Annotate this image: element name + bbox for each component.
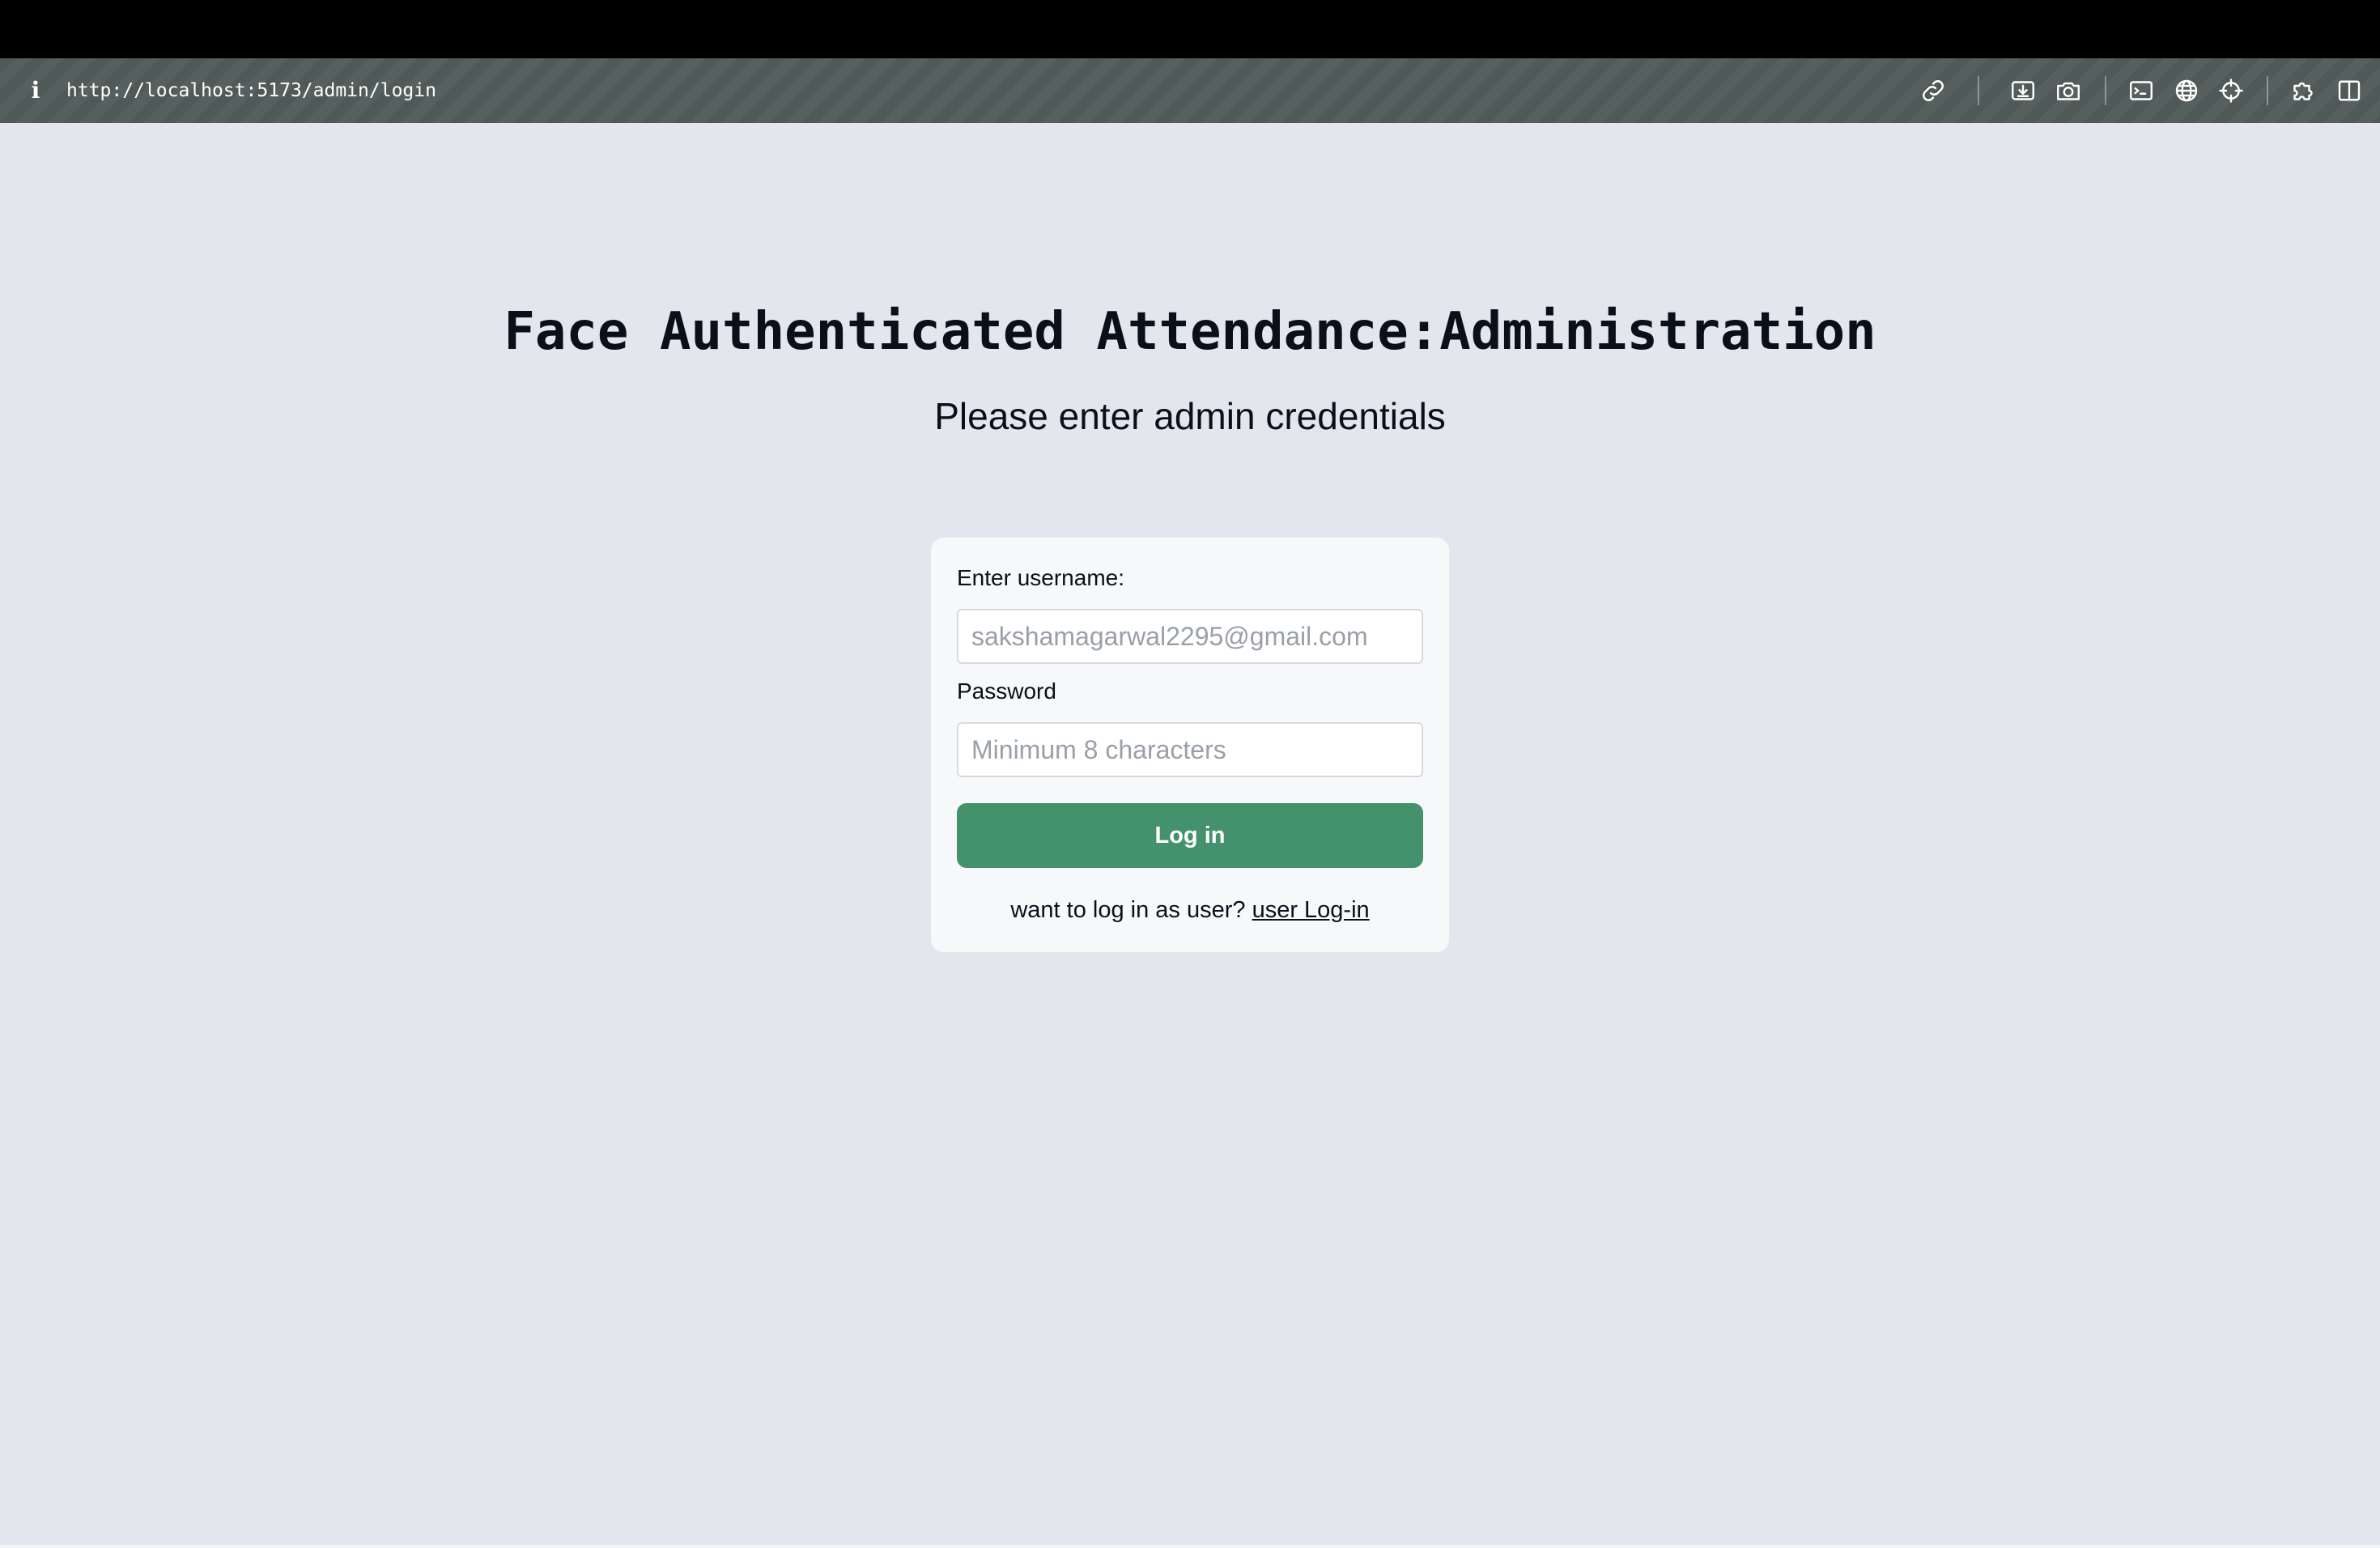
toolbar-separator	[1978, 76, 1979, 105]
username-input[interactable]	[957, 609, 1423, 664]
browser-url-bar: i http://localhost:5173/admin/login	[0, 58, 2380, 123]
password-input[interactable]	[957, 722, 1423, 777]
user-login-prompt: want to log in as user? user Log-in	[931, 894, 1449, 926]
login-card: Enter username: Password Log in want to …	[931, 538, 1449, 952]
download-icon[interactable]	[2008, 76, 2038, 105]
url-text[interactable]: http://localhost:5173/admin/login	[66, 76, 436, 105]
password-label: Password	[957, 678, 1056, 704]
bottom-edge	[0, 1545, 2380, 1548]
globe-icon[interactable]	[2172, 76, 2201, 105]
page-title: Face Authenticated Attendance:Administra…	[504, 302, 1876, 362]
link-icon[interactable]	[1919, 76, 1948, 105]
user-login-link[interactable]: user Log-in	[1252, 897, 1370, 923]
toolbar-separator	[2267, 76, 2268, 105]
extension-icon[interactable]	[2289, 76, 2318, 105]
window-top-bar	[0, 0, 2380, 58]
login-button[interactable]: Log in	[957, 803, 1423, 868]
camera-icon[interactable]	[2054, 76, 2083, 105]
terminal-icon[interactable]	[2127, 76, 2156, 105]
toolbar-separator	[2105, 76, 2106, 105]
page-subtitle: Please enter admin credentials	[934, 395, 1446, 437]
split-view-icon[interactable]	[2335, 76, 2364, 105]
info-icon[interactable]: i	[26, 76, 45, 105]
username-label: Enter username:	[957, 565, 1124, 590]
user-login-prompt-text: want to log in as user?	[1010, 897, 1246, 923]
crosshair-icon[interactable]	[2216, 76, 2246, 105]
